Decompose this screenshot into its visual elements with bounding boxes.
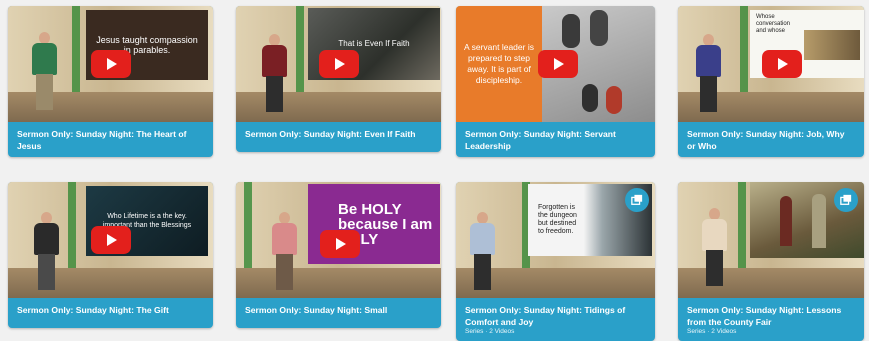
video-thumbnail[interactable]: Be HOLY because I am HOLY: [236, 182, 441, 298]
video-title[interactable]: Sermon Only: Sunday Night: The Heart of …: [17, 128, 204, 152]
series-count: Series · 2 Videos: [687, 328, 737, 335]
speaker: [32, 32, 57, 112]
play-button[interactable]: [318, 50, 359, 78]
series-card-lessons-from-county-fair[interactable]: Sermon Only: Sunday Night: Lessons from …: [678, 182, 864, 341]
series-badge: [834, 188, 858, 212]
play-button[interactable]: [762, 50, 802, 78]
video-title[interactable]: Sermon Only: Sunday Night: Even If Faith: [245, 128, 432, 140]
video-thumbnail[interactable]: That is Even If Faith: [236, 6, 441, 122]
series-badge: [625, 188, 649, 212]
video-title[interactable]: Sermon Only: Sunday Night: Small: [245, 304, 432, 316]
slide-text: Whose conversation and whose: [756, 14, 791, 34]
speaker: [696, 34, 721, 114]
stack-icon: [840, 194, 852, 205]
speaker: [702, 208, 727, 288]
video-card-the-gift[interactable]: Who Lifetime is a the key. important tha…: [8, 182, 213, 328]
play-icon: [554, 58, 564, 70]
speaker: [262, 34, 287, 114]
slide-image: [804, 30, 860, 60]
video-thumbnail[interactable]: Who Lifetime is a the key. important tha…: [8, 182, 213, 298]
series-card-tidings-of-comfort-and-joy[interactable]: Forgotten is the dungeon but destined to…: [456, 182, 655, 341]
play-icon: [334, 58, 345, 70]
video-title[interactable]: Sermon Only: Sunday Night: The Gift: [17, 304, 204, 316]
video-card-servant-leadership[interactable]: A servant leader is prepared to step awa…: [456, 6, 655, 157]
play-button[interactable]: [320, 230, 360, 258]
video-thumbnail[interactable]: Forgotten is the dungeon but destined to…: [456, 182, 655, 298]
series-count: Series · 2 Videos: [465, 328, 515, 335]
video-title[interactable]: Sermon Only: Sunday Night: Tidings of Co…: [465, 304, 646, 328]
play-button[interactable]: [90, 226, 131, 254]
video-title[interactable]: Sermon Only: Sunday Night: Servant Leade…: [465, 128, 646, 152]
video-card-even-if-faith[interactable]: That is Even If Faith Sermon Only: Sunda…: [236, 6, 441, 152]
slide-screen: A servant leader is prepared to step awa…: [456, 6, 542, 122]
video-thumbnail[interactable]: Whose conversation and whose: [678, 6, 864, 122]
play-icon: [106, 234, 117, 246]
video-title[interactable]: Sermon Only: Sunday Night: Job, Why or W…: [687, 128, 855, 152]
play-icon: [106, 58, 117, 70]
speaker: [272, 212, 297, 292]
slide-text: Forgotten is the dungeon but destined to…: [538, 204, 577, 235]
slide-text: A servant leader is prepared to step awa…: [464, 42, 534, 85]
video-card-heart-of-jesus[interactable]: Jesus taught compassion in parables. Ser…: [8, 6, 213, 157]
video-thumbnail[interactable]: Jesus taught compassion in parables.: [8, 6, 213, 122]
video-card-job-why-or-who[interactable]: Whose conversation and whose Sermon Only…: [678, 6, 864, 157]
play-icon: [778, 58, 788, 70]
speaker: [470, 212, 495, 292]
play-button[interactable]: [90, 50, 131, 78]
video-title[interactable]: Sermon Only: Sunday Night: Lessons from …: [687, 304, 855, 328]
painting-figure-1: [780, 196, 792, 246]
slide-text: That is Even If Faith: [338, 39, 410, 48]
video-thumbnail[interactable]: [678, 182, 864, 298]
painting-figure-2: [812, 194, 826, 248]
stack-icon: [631, 194, 643, 205]
play-icon: [336, 238, 346, 250]
play-button[interactable]: [538, 50, 578, 78]
video-card-small[interactable]: Be HOLY because I am HOLY Sermon Only: S…: [236, 182, 441, 328]
speaker: [34, 212, 59, 292]
video-thumbnail[interactable]: A servant leader is prepared to step awa…: [456, 6, 655, 122]
